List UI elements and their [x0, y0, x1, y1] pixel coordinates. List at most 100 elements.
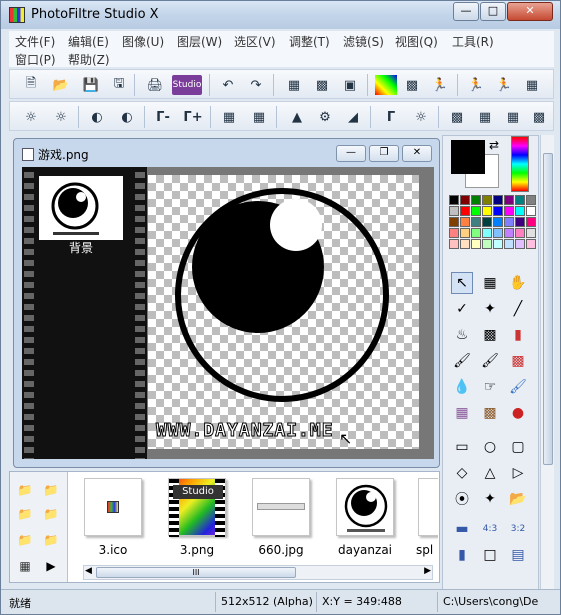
palette-swatch[interactable] [460, 239, 470, 249]
palette-swatch[interactable] [526, 228, 536, 238]
file-item[interactable]: dayanzai [334, 478, 396, 558]
palette-swatch[interactable] [504, 228, 514, 238]
folder-tree-icon[interactable]: 📁 [16, 532, 34, 548]
scrollbar-thumb[interactable] [543, 153, 553, 465]
magic-wand-icon[interactable]: ✦ [479, 298, 501, 320]
advanced-brush-icon[interactable]: 🖌 [479, 350, 501, 372]
brightness-plus-icon[interactable]: ☼ [50, 107, 72, 127]
palette-swatch[interactable] [526, 239, 536, 249]
expand-arrow-icon[interactable]: ▶ [42, 558, 60, 574]
folder-tree-icon[interactable]: 📁 [16, 506, 34, 522]
menu-layer[interactable]: 图层(W) [177, 33, 222, 50]
window-layout-icon[interactable]: ▤ [507, 544, 529, 566]
file-item[interactable]: spl [416, 478, 438, 558]
folder-tree-icon[interactable]: 📁 [42, 482, 60, 498]
animation-icon[interactable]: 🏃 [429, 75, 451, 95]
eyedropper-icon[interactable]: ✓ [451, 298, 473, 320]
stamp-icon[interactable]: ▩ [507, 350, 529, 372]
grid-view-icon[interactable]: ▦ [16, 558, 34, 574]
eraser-icon[interactable]: ▮ [507, 324, 529, 346]
palette-swatch[interactable] [482, 195, 492, 205]
palette-swatch[interactable] [449, 217, 459, 227]
folder-tree-icon[interactable]: 📁 [42, 532, 60, 548]
redo-icon[interactable]: ↷ [245, 75, 267, 95]
folder-tree-icon[interactable]: 📁 [42, 506, 60, 522]
menu-image[interactable]: 图像(U) [122, 33, 164, 50]
align-horizontal-icon[interactable]: ▬ [451, 518, 473, 540]
align-vertical-icon[interactable]: ▮ [451, 544, 473, 566]
gamma-minus-icon[interactable]: Γ- [152, 107, 174, 127]
doc-restore-button[interactable]: ❐ [369, 145, 399, 162]
color-spectrum[interactable] [511, 136, 529, 192]
saturation-plus-icon[interactable]: ▦ [248, 107, 270, 127]
run-icon[interactable]: 🏃 [493, 75, 515, 95]
pattern-icon[interactable]: ▦ [502, 107, 524, 127]
palette-swatch[interactable] [526, 206, 536, 216]
palette-swatch[interactable] [460, 206, 470, 216]
menu-selection[interactable]: 选区(V) [234, 33, 276, 50]
palette-swatch[interactable] [504, 239, 514, 249]
palette-swatch[interactable] [515, 239, 525, 249]
blur-drop-icon[interactable]: 💧 [451, 376, 473, 398]
line-tool-icon[interactable]: ╱ [507, 298, 529, 320]
palette-swatch[interactable] [460, 217, 470, 227]
new-file-icon[interactable]: 🗎 [20, 75, 42, 95]
palette-swatch[interactable] [515, 228, 525, 238]
palette-swatch[interactable] [471, 206, 481, 216]
menu-tools[interactable]: 工具(R) [452, 33, 494, 50]
brush-icon[interactable]: 🖌 [451, 350, 473, 372]
palette-swatch[interactable] [493, 195, 503, 205]
studio-icon[interactable]: Studio [172, 75, 202, 95]
tool-panel-scrollbar[interactable] [540, 135, 554, 590]
image-canvas[interactable]: WWW.DAYANZAI.ME [148, 175, 419, 449]
triangle-shape-icon[interactable]: △ [479, 462, 501, 484]
play-shape-icon[interactable]: ▷ [507, 462, 529, 484]
contrast-minus-icon[interactable]: ◐ [86, 107, 108, 127]
color-palette[interactable] [449, 195, 536, 249]
palette-swatch[interactable] [449, 206, 459, 216]
menu-view[interactable]: 视图(Q) [395, 33, 438, 50]
strawberry-icon[interactable]: ● [507, 402, 529, 424]
file-item[interactable]: Studio 3.png [166, 478, 228, 558]
auto-gamma-icon[interactable]: Γ [380, 107, 402, 127]
gamma-plus-icon[interactable]: Γ+ [182, 107, 204, 127]
save-as-icon[interactable]: 🖫 [108, 75, 130, 95]
menu-filter[interactable]: 滤镜(S) [343, 33, 384, 50]
diamond-shape-icon[interactable]: ◇ [451, 462, 473, 484]
levels-icon[interactable]: ▲ [286, 107, 308, 127]
palette-swatch[interactable] [471, 217, 481, 227]
save-icon[interactable]: 💾 [80, 75, 102, 95]
crop-frame-icon[interactable]: ▦ [479, 272, 501, 294]
scrollbar-thumb[interactable]: III [96, 567, 296, 578]
palette-swatch[interactable] [460, 228, 470, 238]
menu-window[interactable]: 窗口(P) [15, 51, 56, 68]
file-item[interactable]: 660.jpg [250, 478, 312, 558]
texture-icon[interactable]: ▩ [528, 107, 550, 127]
open-selection-icon[interactable]: 📂 [507, 488, 529, 510]
palette-swatch[interactable] [493, 228, 503, 238]
lasso-icon[interactable]: ⦿ [451, 488, 473, 510]
menu-help[interactable]: 帮助(Z) [68, 51, 110, 68]
portrait-icon[interactable]: ▩ [479, 402, 501, 424]
minimize-button[interactable]: — [453, 2, 479, 21]
ellipse-shape-icon[interactable]: ○ [479, 436, 501, 458]
palette-swatch[interactable] [482, 228, 492, 238]
balance-icon[interactable]: ⚙ [314, 107, 336, 127]
grid-icon[interactable]: ▦ [474, 107, 496, 127]
palette-swatch[interactable] [449, 239, 459, 249]
palette-swatch[interactable] [515, 217, 525, 227]
palette-swatch[interactable] [504, 206, 514, 216]
spray-icon[interactable]: ▩ [479, 324, 501, 346]
palette-swatch[interactable] [515, 195, 525, 205]
folder-tree-icon[interactable]: 📁 [16, 482, 34, 498]
pointer-tool-icon[interactable]: ↖ [451, 272, 473, 294]
doc-minimize-button[interactable]: — [336, 145, 366, 162]
palette-swatch[interactable] [493, 239, 503, 249]
palette-swatch[interactable] [482, 217, 492, 227]
dodge-icon[interactable]: 🖌 [507, 376, 529, 398]
palette-swatch[interactable] [449, 228, 459, 238]
paste-icon[interactable]: ▩ [311, 75, 333, 95]
color-palette-icon[interactable] [375, 75, 397, 95]
auto-brightness-icon[interactable]: ☼ [410, 107, 432, 127]
palette-swatch[interactable] [526, 217, 536, 227]
